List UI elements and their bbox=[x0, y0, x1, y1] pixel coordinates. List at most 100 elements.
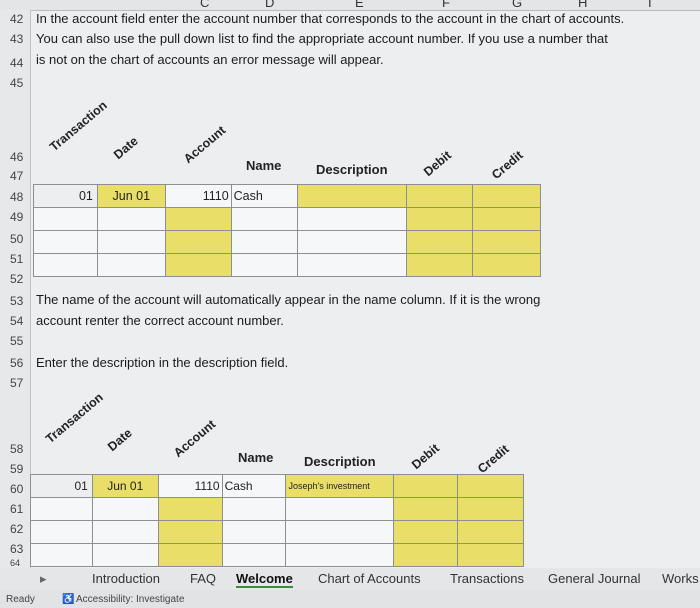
account-cell[interactable]: 1110 bbox=[157, 474, 223, 498]
transaction-cell[interactable] bbox=[30, 543, 93, 567]
row-number[interactable]: 44 bbox=[10, 56, 23, 70]
credit-cell[interactable] bbox=[472, 207, 541, 231]
credit-cell[interactable] bbox=[472, 230, 541, 254]
description-cell[interactable]: Joseph's investment bbox=[285, 474, 395, 498]
row-number[interactable]: 59 bbox=[10, 462, 23, 476]
name-cell[interactable] bbox=[221, 520, 287, 544]
description-cell[interactable] bbox=[285, 497, 395, 521]
instruction-text[interactable]: Enter the description in the description… bbox=[36, 355, 288, 370]
row-number[interactable]: 55 bbox=[10, 334, 23, 348]
date-cell[interactable] bbox=[91, 520, 159, 544]
account-cell[interactable] bbox=[164, 207, 232, 231]
transaction-cell[interactable] bbox=[30, 497, 93, 521]
row-number[interactable]: 50 bbox=[10, 232, 23, 246]
status-accessibility[interactable]: Accessibility: Investigate bbox=[76, 594, 184, 605]
debit-cell[interactable] bbox=[406, 207, 474, 231]
tab-chart-of-accounts[interactable]: Chart of Accounts bbox=[318, 571, 421, 586]
row-number[interactable]: 63 bbox=[10, 542, 23, 556]
description-cell[interactable] bbox=[296, 207, 408, 231]
tab-introduction[interactable]: Introduction bbox=[92, 571, 160, 586]
column-header-c[interactable]: C bbox=[200, 0, 209, 10]
credit-cell[interactable] bbox=[472, 253, 541, 277]
tab-transactions[interactable]: Transactions bbox=[450, 571, 524, 586]
name-cell[interactable] bbox=[230, 207, 298, 231]
instruction-text[interactable]: is not on the chart of accounts an error… bbox=[36, 52, 384, 67]
name-cell[interactable]: Cash bbox=[230, 184, 298, 208]
debit-cell[interactable] bbox=[393, 520, 459, 544]
column-header-f[interactable]: F bbox=[442, 0, 450, 10]
name-cell[interactable]: Cash bbox=[221, 474, 287, 498]
row-number[interactable]: 48 bbox=[10, 190, 23, 204]
row-number[interactable]: 42 bbox=[10, 12, 23, 26]
account-cell[interactable] bbox=[164, 230, 232, 254]
column-header-e[interactable]: E bbox=[355, 0, 364, 10]
date-cell[interactable]: Jun 01 bbox=[91, 474, 159, 498]
date-cell[interactable] bbox=[96, 230, 166, 254]
row-number[interactable]: 49 bbox=[10, 210, 23, 224]
date-cell[interactable] bbox=[96, 207, 166, 231]
row-number[interactable]: 43 bbox=[10, 32, 23, 46]
debit-cell[interactable] bbox=[406, 253, 474, 277]
tab-works[interactable]: Works bbox=[662, 571, 699, 586]
instruction-text[interactable]: You can also use the pull down list to f… bbox=[36, 31, 608, 46]
accessibility-icon[interactable]: ♿ bbox=[62, 594, 74, 605]
row-number[interactable]: 62 bbox=[10, 522, 23, 536]
row-number[interactable]: 57 bbox=[10, 376, 23, 390]
transaction-cell[interactable] bbox=[33, 230, 98, 254]
column-header-h[interactable]: H bbox=[578, 0, 587, 10]
row-number[interactable]: 56 bbox=[10, 356, 23, 370]
name-cell[interactable] bbox=[221, 497, 287, 521]
transaction-cell[interactable] bbox=[30, 520, 93, 544]
transaction-cell[interactable]: 01 bbox=[30, 474, 93, 498]
credit-cell[interactable] bbox=[457, 543, 524, 567]
column-header-d[interactable]: D bbox=[265, 0, 274, 10]
instruction-text[interactable]: The name of the account will automatical… bbox=[36, 292, 540, 307]
transaction-cell[interactable]: 01 bbox=[33, 184, 98, 208]
row-number[interactable]: 61 bbox=[10, 502, 23, 516]
date-cell[interactable] bbox=[96, 253, 166, 277]
description-cell[interactable] bbox=[296, 230, 408, 254]
account-cell[interactable] bbox=[157, 497, 223, 521]
date-cell[interactable] bbox=[91, 543, 159, 567]
debit-cell[interactable] bbox=[393, 497, 459, 521]
tab-faq[interactable]: FAQ bbox=[190, 571, 216, 586]
row-number[interactable]: 64 bbox=[10, 558, 20, 568]
tab-scroll-icon[interactable]: ▸ bbox=[40, 571, 47, 587]
debit-cell[interactable] bbox=[393, 474, 459, 498]
account-cell[interactable] bbox=[157, 543, 223, 567]
row-number[interactable]: 60 bbox=[10, 482, 23, 496]
name-cell[interactable] bbox=[230, 230, 298, 254]
description-cell[interactable] bbox=[285, 543, 395, 567]
row-number[interactable]: 46 bbox=[10, 150, 23, 164]
description-cell[interactable] bbox=[296, 184, 408, 208]
date-cell[interactable] bbox=[91, 497, 159, 521]
credit-cell[interactable] bbox=[457, 497, 524, 521]
debit-cell[interactable] bbox=[406, 184, 474, 208]
row-number[interactable]: 53 bbox=[10, 294, 23, 308]
description-cell[interactable] bbox=[285, 520, 395, 544]
row-number[interactable]: 51 bbox=[10, 252, 23, 266]
tab-welcome[interactable]: Welcome bbox=[236, 571, 293, 588]
instruction-text[interactable]: In the account field enter the account n… bbox=[36, 11, 624, 26]
credit-cell[interactable] bbox=[457, 520, 524, 544]
row-number[interactable]: 58 bbox=[10, 442, 23, 456]
account-cell[interactable] bbox=[164, 253, 232, 277]
name-cell[interactable] bbox=[221, 543, 287, 567]
date-cell[interactable]: Jun 01 bbox=[96, 184, 166, 208]
name-cell[interactable] bbox=[230, 253, 298, 277]
credit-cell[interactable] bbox=[472, 184, 541, 208]
account-cell[interactable]: 1110 bbox=[164, 184, 232, 208]
transaction-cell[interactable] bbox=[33, 207, 98, 231]
instruction-text[interactable]: account renter the correct account numbe… bbox=[36, 313, 284, 328]
account-cell[interactable] bbox=[157, 520, 223, 544]
row-number[interactable]: 52 bbox=[10, 272, 23, 286]
row-number[interactable]: 47 bbox=[10, 169, 23, 183]
row-number[interactable]: 54 bbox=[10, 314, 23, 328]
transaction-cell[interactable] bbox=[33, 253, 98, 277]
debit-cell[interactable] bbox=[406, 230, 474, 254]
column-header-g[interactable]: G bbox=[512, 0, 522, 10]
credit-cell[interactable] bbox=[457, 474, 524, 498]
debit-cell[interactable] bbox=[393, 543, 459, 567]
description-cell[interactable] bbox=[296, 253, 408, 277]
column-header-i[interactable]: I bbox=[648, 0, 652, 10]
